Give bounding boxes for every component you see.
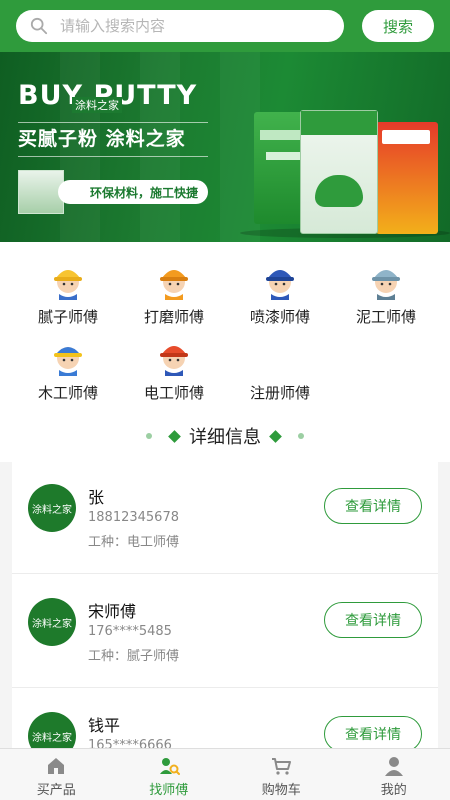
category-electrician-worker[interactable]: 电工师傅: [118, 336, 230, 403]
home-icon: [48, 758, 65, 774]
worker-yellow-helmet-icon: [54, 270, 82, 300]
product-bag-red-image: [376, 122, 438, 234]
worker-orange-helmet-icon: [160, 270, 188, 300]
decor-diamond-icon: [168, 429, 181, 443]
tab-find-worker[interactable]: 找师傅: [113, 749, 226, 800]
worker-blue-helmet-icon: [266, 270, 294, 300]
tab-label: 购物车: [261, 783, 301, 798]
banner-divider: [18, 156, 208, 157]
category-label: 注册师傅: [249, 384, 310, 402]
worker-job: 工种：电工师傅: [88, 535, 180, 550]
promo-banner[interactable]: BUY PUTTY 涂料之家 买腻子粉 涂料之家 环保材料，施工快捷: [0, 52, 450, 242]
avatar: 涂料之家: [28, 598, 76, 646]
category-putty-worker[interactable]: 腻子师傅: [12, 260, 124, 327]
banner-slogan: 买腻子粉 涂料之家: [18, 128, 186, 150]
decor-dot: [298, 433, 304, 439]
worker-category-grid: 腻子师傅 打磨师傅 喷漆师傅 泥工师傅 木工师傅 电工师傅 注册师傅: [0, 242, 450, 410]
search-icon: [30, 17, 48, 35]
find-worker-icon: [159, 758, 180, 775]
list-item[interactable]: 涂料之家 钱平 165****6666 查看详情: [12, 688, 438, 750]
worker-red-helmet-icon: [160, 346, 188, 376]
worker-blue-cap-icon: [54, 347, 82, 376]
worker-name: 宋师傅: [88, 602, 137, 621]
category-carpentry-worker[interactable]: 木工师傅: [12, 336, 124, 403]
worker-name: 钱平: [88, 716, 121, 735]
category-label: 喷漆师傅: [249, 308, 310, 326]
category-label: 泥工师傅: [355, 308, 416, 326]
banner-tag: 环保材料，施工快捷: [58, 180, 209, 204]
banner-divider: [18, 122, 208, 123]
tab-cart[interactable]: 购物车: [225, 749, 338, 800]
worker-list: 涂料之家 张 18812345678 工种：电工师傅 查看详情 涂料之家 宋师傅…: [12, 460, 438, 750]
worker-job: 工种：腻子师傅: [88, 649, 180, 664]
category-register-worker[interactable]: 注册师傅: [224, 336, 336, 403]
category-painting-worker[interactable]: 喷漆师傅: [224, 260, 336, 327]
bottom-tab-bar: 买产品 找师傅 购物车 我的: [0, 748, 450, 800]
banner-title-small: 涂料之家: [72, 97, 122, 113]
cart-icon: [272, 758, 292, 775]
search-box[interactable]: [16, 10, 344, 42]
tab-label: 我的: [380, 783, 407, 798]
view-details-button[interactable]: 查看详情: [324, 488, 422, 524]
tab-label: 买产品: [36, 783, 76, 798]
top-header: 搜索: [0, 0, 450, 52]
avatar: 涂料之家: [28, 484, 76, 532]
avatar: 涂料之家: [28, 712, 76, 750]
view-details-button[interactable]: 查看详情: [324, 716, 422, 750]
category-label: 打磨师傅: [143, 308, 204, 326]
tab-my-account[interactable]: 我的: [338, 749, 450, 800]
category-label: 电工师傅: [143, 384, 204, 402]
section-title: 详细信息: [0, 410, 450, 462]
worker-phone: 18812345678: [88, 510, 179, 525]
worker-gray-helmet-icon: [372, 270, 400, 300]
tab-label: 找师傅: [149, 783, 189, 798]
view-details-button[interactable]: 查看详情: [324, 602, 422, 638]
category-label: 腻子师傅: [37, 308, 98, 326]
decor-dot: [146, 433, 152, 439]
product-bag-white-image: [300, 110, 378, 234]
category-masonry-worker[interactable]: 泥工师傅: [330, 260, 442, 327]
decor-diamond-icon: [269, 429, 282, 443]
category-label: 木工师傅: [37, 384, 98, 402]
search-button[interactable]: 搜索: [362, 10, 434, 42]
tab-buy-products[interactable]: 买产品: [0, 749, 113, 800]
category-sanding-worker[interactable]: 打磨师傅: [118, 260, 230, 327]
list-item[interactable]: 涂料之家 张 18812345678 工种：电工师傅 查看详情: [12, 460, 438, 574]
user-icon: [384, 757, 403, 776]
section-title-text: 详细信息: [189, 427, 261, 448]
list-item[interactable]: 涂料之家 宋师傅 176****5485 工种：腻子师傅 查看详情: [12, 574, 438, 688]
worker-name: 张: [88, 488, 105, 507]
search-input[interactable]: [60, 17, 300, 35]
worker-phone: 176****5485: [88, 624, 172, 639]
